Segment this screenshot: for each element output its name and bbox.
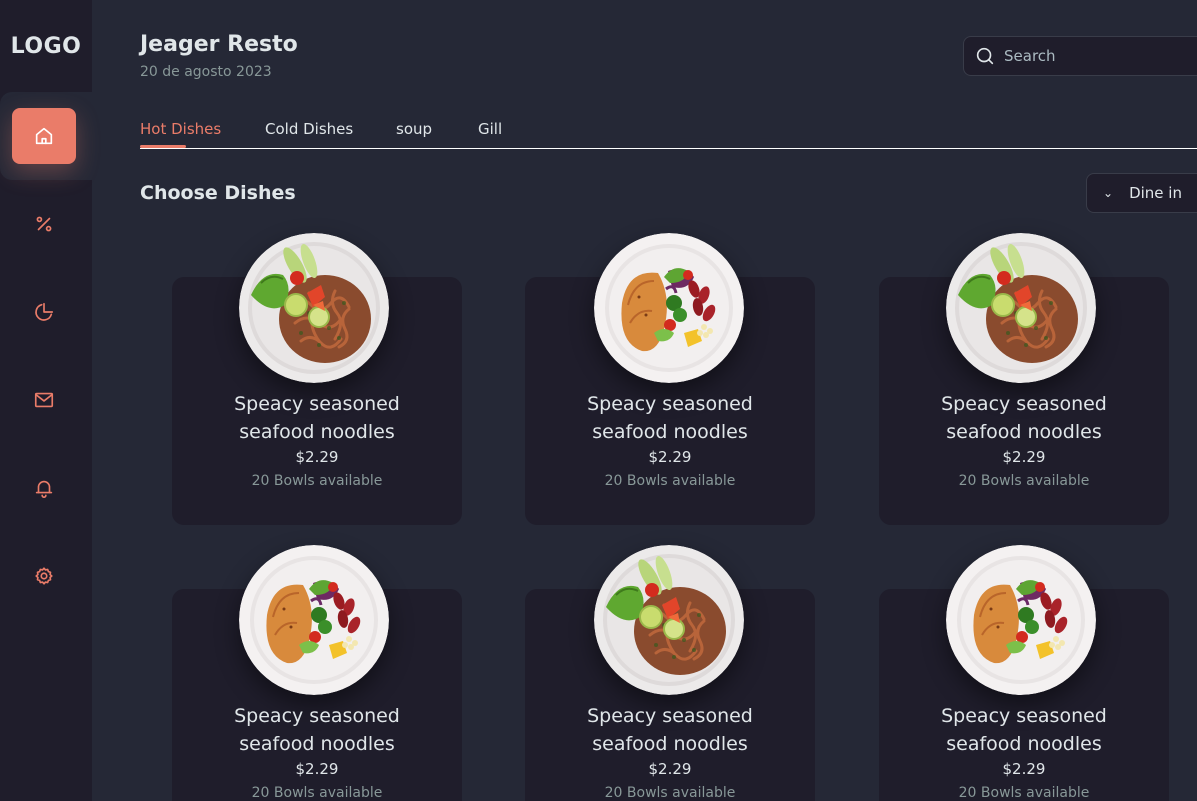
dish-name-line-2: seafood noodles <box>946 733 1102 755</box>
page-title: Jeager Resto <box>140 32 298 57</box>
dish-name: Speacy seasoned seafood noodles <box>879 390 1169 446</box>
dish-name-line-2: seafood noodles <box>239 733 395 755</box>
sidebar-item-discount[interactable] <box>12 196 76 252</box>
dish-name-line-1: Speacy seasoned <box>587 705 753 727</box>
category-tabs: Hot Dishes Cold Dishes soup Gill <box>140 116 1197 149</box>
page-date: 20 de agosto 2023 <box>140 64 272 80</box>
dish-name: Speacy seasoned seafood noodles <box>172 702 462 758</box>
discount-icon <box>36 216 52 232</box>
dish-availability: 20 Bowls available <box>251 785 383 801</box>
tab-label: Hot Dishes <box>140 120 222 138</box>
dish-image <box>594 545 744 695</box>
dish-name-line-1: Speacy seasoned <box>234 705 400 727</box>
dish-image <box>946 233 1096 383</box>
dish-image <box>239 545 389 695</box>
dish-name-line-2: seafood noodles <box>592 733 748 755</box>
sidebar-item-notifications[interactable] <box>12 460 76 516</box>
dish-price: $2.29 <box>295 760 339 778</box>
search-icon <box>976 47 994 65</box>
order-type-value: Dine in <box>1129 184 1182 202</box>
dish-name-line-2: seafood noodles <box>239 421 395 443</box>
tab-grill[interactable]: Gill <box>478 120 502 138</box>
dish-price: $2.29 <box>1002 760 1046 778</box>
chevron-down-icon: ⌄ <box>1103 186 1114 200</box>
chart-icon <box>35 302 54 321</box>
tab-label: soup <box>396 120 433 138</box>
logo: LOGO <box>10 33 82 59</box>
dish-image <box>594 233 744 383</box>
order-type-dropdown[interactable]: ⌄ Dine in <box>1086 173 1197 213</box>
active-tab-underline <box>140 145 186 148</box>
mail-icon <box>34 392 54 408</box>
dish-price: $2.29 <box>1002 448 1046 466</box>
search-input[interactable] <box>1004 47 1184 65</box>
search-box[interactable] <box>963 36 1197 76</box>
dish-image <box>239 233 389 383</box>
dish-availability: 20 Bowls available <box>604 473 736 489</box>
dish-availability: 20 Bowls available <box>958 785 1090 801</box>
section-title: Choose Dishes <box>140 182 296 204</box>
dish-name-line-1: Speacy seasoned <box>941 393 1107 415</box>
dish-price: $2.29 <box>648 760 692 778</box>
chicken-dish-image <box>946 545 1096 695</box>
dish-name: Speacy seasoned seafood noodles <box>172 390 462 446</box>
dish-name-line-2: seafood noodles <box>592 421 748 443</box>
noodles-dish-image <box>239 233 389 383</box>
dish-name: Speacy seasoned seafood noodles <box>525 390 815 446</box>
dish-availability: 20 Bowls available <box>251 473 383 489</box>
dish-name-line-1: Speacy seasoned <box>587 393 753 415</box>
noodles-dish-image <box>946 233 1096 383</box>
dish-image <box>946 545 1096 695</box>
dish-name-line-2: seafood noodles <box>946 421 1102 443</box>
tab-label: Gill <box>478 120 503 138</box>
dish-name-line-1: Speacy seasoned <box>234 393 400 415</box>
sidebar: LOGO <box>0 0 92 801</box>
sidebar-item-messages[interactable] <box>12 372 76 428</box>
dish-availability: 20 Bowls available <box>604 785 736 801</box>
tab-cold-dishes[interactable]: Cold Dishes <box>265 120 353 138</box>
settings-icon <box>35 567 53 585</box>
tab-label: Cold Dishes <box>265 120 354 138</box>
chicken-dish-image <box>239 545 389 695</box>
dish-price: $2.29 <box>648 448 692 466</box>
dish-availability: 20 Bowls available <box>958 473 1090 489</box>
sidebar-item-home[interactable] <box>12 108 76 164</box>
dish-price: $2.29 <box>295 448 339 466</box>
noodles-dish-image <box>594 545 744 695</box>
dish-name: Speacy seasoned seafood noodles <box>879 702 1169 758</box>
tab-hot-dishes[interactable]: Hot Dishes <box>140 120 222 148</box>
sidebar-item-dashboard[interactable] <box>12 284 76 340</box>
dish-name-line-1: Speacy seasoned <box>941 705 1107 727</box>
bell-icon <box>35 480 53 498</box>
sidebar-item-settings[interactable] <box>12 548 76 604</box>
dish-name: Speacy seasoned seafood noodles <box>525 702 815 758</box>
app: LOGO Jeager Resto 20 de agosto 2023 Sear… <box>0 0 1197 801</box>
tab-soup[interactable]: soup <box>396 120 432 138</box>
home-icon <box>35 127 53 145</box>
chicken-dish-image <box>594 233 744 383</box>
